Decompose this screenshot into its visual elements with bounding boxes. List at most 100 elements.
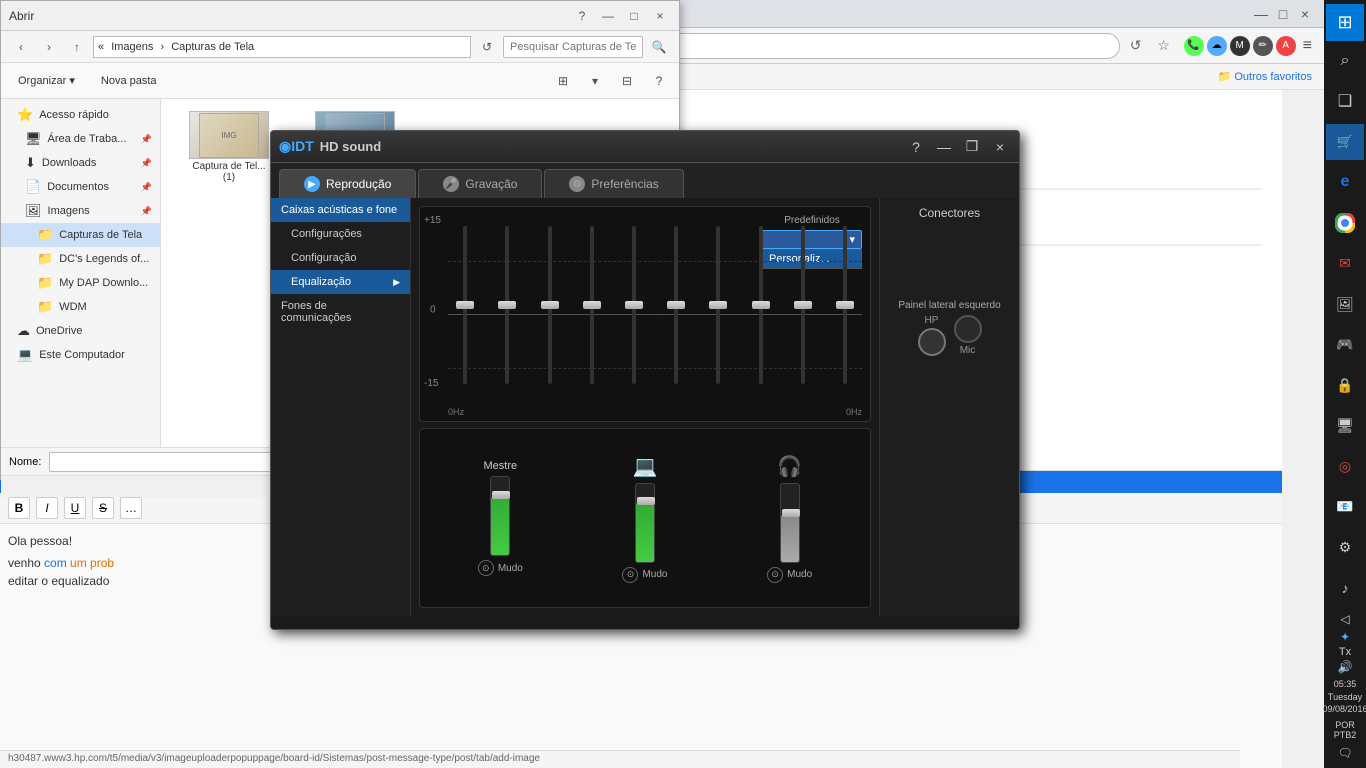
- eq-slider-1[interactable]: [448, 217, 482, 393]
- eq-slider-9[interactable]: [786, 217, 820, 393]
- outlook-icon[interactable]: 📧: [1326, 489, 1364, 526]
- chrome-icon[interactable]: [1326, 205, 1364, 242]
- menu-configuracoes[interactable]: Configurações: [271, 222, 410, 246]
- sidebar-item-images[interactable]: 🖼 Imagens 📌: [1, 199, 160, 223]
- onedrive-icon: ☁: [17, 323, 30, 339]
- sidebar-item-downloads[interactable]: ⬇ Downloads 📌: [1, 151, 160, 175]
- fe-forward-button[interactable]: ›: [37, 35, 61, 59]
- ext-icon-5[interactable]: A: [1276, 36, 1296, 56]
- idt-body: Caixas acústicas e fone Configurações Co…: [271, 198, 1019, 616]
- sidebar-item-wdm[interactable]: 📁 WDM: [1, 295, 160, 319]
- menu-equalizacao[interactable]: Equalização ▶: [271, 270, 410, 294]
- sidebar-item-documents[interactable]: 📄 Documentos 📌: [1, 175, 160, 199]
- italic-button[interactable]: I: [36, 497, 58, 519]
- photo-icon[interactable]: 🖼: [1326, 286, 1364, 323]
- fe-back-button[interactable]: ‹: [9, 35, 33, 59]
- eq-slider-7[interactable]: [701, 217, 735, 393]
- ext-icon-1[interactable]: 📞: [1184, 36, 1204, 56]
- fe-minimize-button[interactable]: —: [597, 5, 619, 27]
- bookmark-button[interactable]: ☆: [1152, 34, 1176, 58]
- music-icon[interactable]: ♪: [1326, 570, 1364, 607]
- eq-slider-10[interactable]: [828, 217, 862, 393]
- master-thumb[interactable]: [492, 491, 510, 499]
- fe-search-input[interactable]: [503, 36, 643, 58]
- sidebar-item-access[interactable]: ⭐ Acesso rápido: [1, 103, 160, 127]
- idt-restore-button[interactable]: ❐: [961, 136, 983, 158]
- action-center-btn[interactable]: 🗨: [1337, 746, 1352, 760]
- vpn-icon[interactable]: 🔒: [1326, 367, 1364, 404]
- notification-btn[interactable]: ◁: [1340, 612, 1349, 626]
- master-mute-button[interactable]: ⊙ Mudo: [478, 560, 523, 576]
- monitor-icon[interactable]: 🖥: [1326, 407, 1364, 444]
- fe-help-toolbar-button[interactable]: ?: [647, 69, 671, 93]
- master-slider-track[interactable]: [490, 476, 510, 556]
- menu-caixas[interactable]: Caixas acústicas e fone: [271, 198, 410, 222]
- headphones-mute-button[interactable]: ⊙ Mudo: [767, 567, 812, 583]
- tab-reproducao[interactable]: ▶ Reprodução: [279, 169, 416, 198]
- browser-close[interactable]: ×: [1294, 3, 1316, 25]
- bold-button[interactable]: B: [8, 497, 30, 519]
- sidebar-item-desktop[interactable]: 🖥 Área de Traba... 📌: [1, 127, 160, 151]
- idt-right-panel: Conectores Painel lateral esquerdo HP Mi…: [879, 198, 1019, 616]
- lineout-thumb[interactable]: [637, 497, 655, 505]
- bluetooth-icon: ✦: [1340, 630, 1350, 644]
- volume-icon[interactable]: 🔊: [1338, 660, 1353, 674]
- idt-close-button[interactable]: ×: [989, 136, 1011, 158]
- menu-fones[interactable]: Fones de comunicações: [271, 294, 410, 330]
- eq-slider-2[interactable]: [490, 217, 524, 393]
- tab-gravacao[interactable]: 🎤 Gravação: [418, 169, 542, 198]
- lineout-mute-button[interactable]: ⊙ Mudo: [622, 567, 667, 583]
- strikethrough-button[interactable]: S: [92, 497, 114, 519]
- fe-preview-button[interactable]: ⊟: [615, 69, 639, 93]
- store-icon[interactable]: 🛒: [1326, 124, 1364, 161]
- fe-path-images[interactable]: Imagens: [107, 41, 157, 53]
- headphones-thumb[interactable]: [782, 509, 800, 517]
- browser-maximize[interactable]: □: [1272, 3, 1294, 25]
- eq-slider-5[interactable]: [617, 217, 651, 393]
- fe-up-button[interactable]: ↑: [65, 35, 89, 59]
- sidebar-item-computer[interactable]: 💻 Este Computador: [1, 343, 160, 367]
- tab-preferencias[interactable]: ⚙ Preferências: [544, 169, 683, 198]
- ext-icon-3[interactable]: M: [1230, 36, 1250, 56]
- fe-refresh-button[interactable]: ↺: [475, 35, 499, 59]
- refresh-button[interactable]: ↺: [1124, 34, 1148, 58]
- underline-button[interactable]: U: [64, 497, 86, 519]
- idt-help-button[interactable]: ?: [905, 136, 927, 158]
- fe-help-button[interactable]: ?: [571, 5, 593, 27]
- lineout-slider-track[interactable]: [635, 483, 655, 563]
- idt-minimize-button[interactable]: —: [933, 136, 955, 158]
- more-button[interactable]: …: [120, 497, 142, 519]
- edge-icon[interactable]: e: [1326, 164, 1364, 201]
- mail-icon[interactable]: ✉: [1326, 245, 1364, 282]
- bookmarks-folder[interactable]: 📁 Outros favoritos: [1214, 68, 1316, 85]
- windows-button[interactable]: ⊞: [1326, 4, 1364, 41]
- ext-icon-2[interactable]: ☁: [1207, 36, 1227, 56]
- eq-slider-3[interactable]: [532, 217, 566, 393]
- sidebar-item-mydap[interactable]: 📁 My DAP Downlo...: [1, 271, 160, 295]
- fe-view-toggle[interactable]: ▾: [583, 69, 607, 93]
- nova-pasta-button[interactable]: Nova pasta: [92, 70, 166, 92]
- eq-slider-6[interactable]: [659, 217, 693, 393]
- fe-search-button[interactable]: 🔍: [647, 35, 671, 59]
- eq-slider-8[interactable]: [743, 217, 777, 393]
- chrome2-icon[interactable]: ◎: [1326, 448, 1364, 485]
- equalizacao-arrow: ▶: [393, 277, 400, 288]
- sidebar-item-dc[interactable]: 📁 DC's Legends of...: [1, 247, 160, 271]
- eq-slider-4[interactable]: [575, 217, 609, 393]
- organizar-button[interactable]: Organizar ▾: [9, 69, 84, 92]
- menu-configuracao[interactable]: Configuração: [271, 246, 410, 270]
- steam-icon[interactable]: 🎮: [1326, 326, 1364, 363]
- browser-menu[interactable]: ≡: [1299, 37, 1316, 55]
- fe-close-button[interactable]: ×: [649, 5, 671, 27]
- fe-maximize-button[interactable]: □: [623, 5, 645, 27]
- sidebar-item-capturas[interactable]: 📁 Capturas de Tela: [1, 223, 160, 247]
- search-taskbar-icon[interactable]: ⌕: [1326, 43, 1364, 80]
- fe-path-capturas[interactable]: Capturas de Tela: [167, 41, 258, 53]
- task-view-icon[interactable]: ❑: [1326, 83, 1364, 120]
- browser-minimize[interactable]: —: [1250, 3, 1272, 25]
- fe-view-button[interactable]: ⊞: [551, 69, 575, 93]
- settings-icon[interactable]: ⚙: [1326, 529, 1364, 566]
- sidebar-item-onedrive[interactable]: ☁ OneDrive: [1, 319, 160, 343]
- headphones-slider-track[interactable]: [780, 483, 800, 563]
- ext-icon-4[interactable]: ✏: [1253, 36, 1273, 56]
